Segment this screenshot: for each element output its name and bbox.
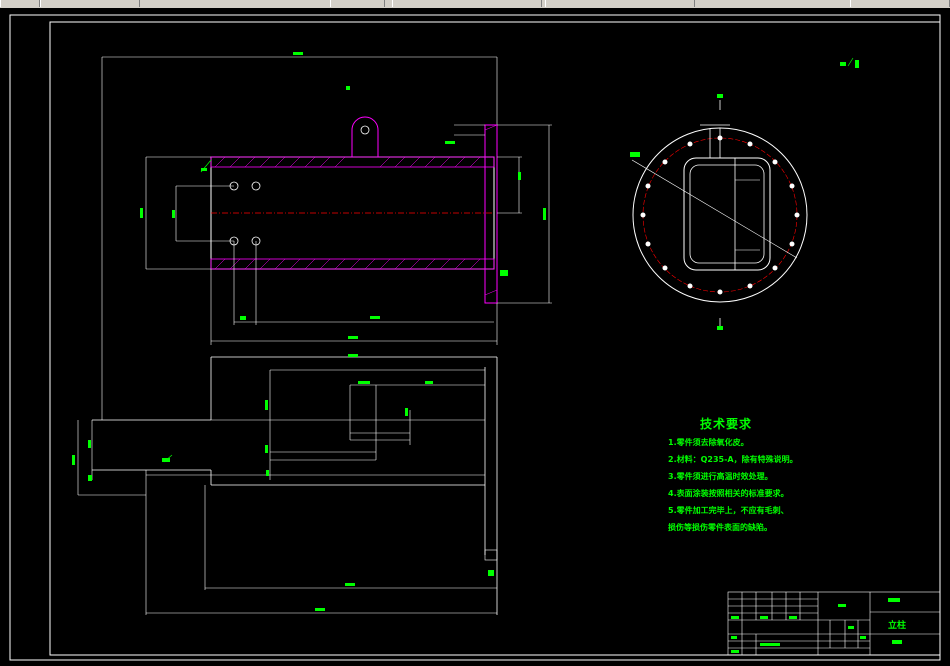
tech-requirement-item: 5.零件加工完毕上，不应有毛刺、: [668, 506, 789, 515]
tech-requirement-item: 1.零件须去除氧化皮。: [668, 438, 749, 447]
tech-requirement-item: 损伤等损伤零件表面的缺陷。: [668, 523, 772, 532]
flange-view: [630, 94, 808, 330]
front-view: [101, 52, 859, 420]
tech-requirement-item: 2.材料：Q235-A，除有特殊说明。: [668, 455, 798, 464]
tech-requirement-item: 3.零件须进行高温时效处理。: [668, 472, 773, 481]
toolbar-segment[interactable]: [330, 0, 385, 7]
drawing-canvas[interactable]: 技术要求 1.零件须去除氧化皮。 2.材料：Q235-A，除有特殊说明。 3.零…: [0, 8, 950, 666]
title-block-lines: [727, 591, 941, 656]
tech-requirements-title: 技术要求: [700, 417, 753, 431]
cad-drawing: [9, 14, 941, 661]
outer-border: [9, 14, 941, 661]
toolbar-segment[interactable]: [392, 0, 542, 7]
toolbar-segment[interactable]: [0, 0, 40, 7]
toolbar-segment[interactable]: [545, 0, 695, 7]
top-view: [72, 354, 498, 615]
tech-requirement-item: 4.表面涂装按照相关的标准要求。: [668, 489, 789, 498]
title-block-part-name: 立柱: [888, 621, 907, 631]
toolbar-segment[interactable]: [40, 0, 140, 7]
toolbar-segment[interactable]: [850, 0, 950, 7]
